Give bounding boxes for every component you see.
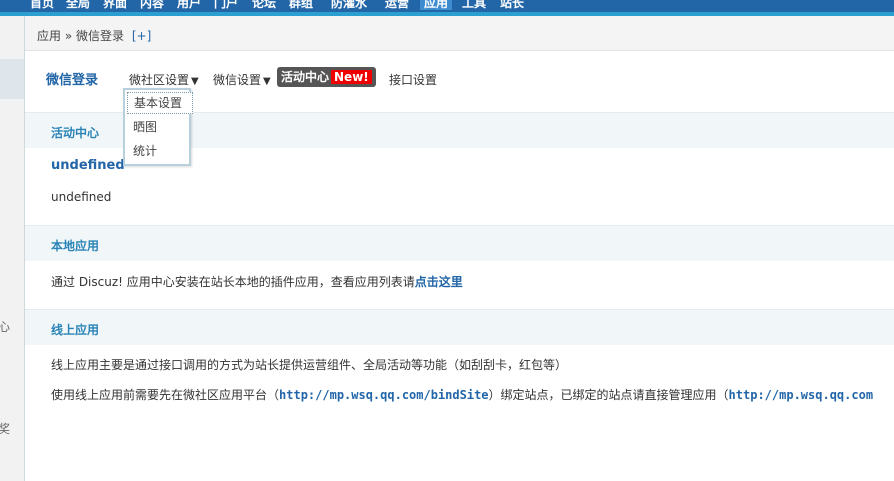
online-apps-line1: 线上应用主要是通过接口调用的方式为站长提供运营组件、全局活动等功能（如刮刮卡，红… [51, 358, 568, 372]
tab-api-settings[interactable]: 接口设置 [389, 71, 437, 88]
add-shortcut-button[interactable]: [+] [132, 29, 151, 43]
sidebar-item-label[interactable]: 心 [0, 318, 10, 335]
section-title: 本地应用 [51, 239, 100, 253]
top-nav-group[interactable]: 群组 [289, 0, 313, 10]
sidebar-item-active[interactable] [0, 59, 24, 99]
top-nav-home[interactable]: 首页 [30, 0, 54, 10]
bind-site-link[interactable]: http://mp.wsq.qq.com/bindSite [279, 388, 489, 402]
top-nav-forum[interactable]: 论坛 [252, 0, 276, 10]
top-nav-style[interactable]: 界面 [103, 0, 127, 10]
dropdown-item-photos[interactable]: 晒图 [127, 117, 191, 137]
new-badge: New! [331, 70, 372, 84]
tab-activity-center[interactable]: 活动中心 New! [277, 67, 376, 87]
top-nav-global[interactable]: 全局 [66, 0, 90, 10]
page-title: 微信登录 [46, 73, 99, 88]
top-nav-portal[interactable]: 门户 [214, 0, 238, 10]
tab-community-settings[interactable]: 微社区设置 ▼ [129, 71, 199, 88]
click-here-link[interactable]: 点击这里 [415, 275, 463, 289]
top-nav: 首页 全局 界面 内容 用户 门户 论坛 群组 防灌水 运营 应用 工具 站长 [0, 0, 894, 12]
online-apps-text: ）绑定站点，已绑定的站点请直接管理应用（ [488, 388, 729, 402]
dropdown-item-statistics[interactable]: 统计 [127, 141, 191, 161]
local-apps-text: 通过 Discuz! 应用中心安装在站长本地的插件应用，查看应用列表请 [51, 275, 415, 289]
caret-down-icon: ▼ [191, 76, 199, 87]
section-title: 线上应用 [51, 323, 100, 337]
local-apps-description: 通过 Discuz! 应用中心安装在站长本地的插件应用，查看应用列表请点击这里 [51, 273, 463, 290]
sidebar-item-label[interactable]: 奖 [0, 420, 10, 437]
section-header-local-apps: 本地应用 [25, 225, 894, 261]
breadcrumb-page: 微信登录 [76, 29, 125, 43]
online-apps-text: 使用线上应用前需要先在微社区应用平台（ [51, 388, 280, 402]
breadcrumb-bar: 应用 » 微信登录 [+] [25, 16, 894, 51]
top-nav-content[interactable]: 内容 [140, 0, 164, 10]
breadcrumb: 应用 » 微信登录 [+] [37, 27, 151, 44]
breadcrumb-section[interactable]: 应用 [37, 29, 61, 43]
section-title: 活动中心 [51, 126, 100, 140]
online-apps-line2: 使用线上应用前需要先在微社区应用平台（http://mp.wsq.qq.com/… [51, 386, 873, 403]
community-settings-dropdown: 基本设置 晒图 统计 [123, 88, 193, 166]
top-nav-tools[interactable]: 工具 [462, 0, 486, 10]
section-header-online-apps: 线上应用 [25, 309, 894, 345]
manage-apps-link[interactable]: http://mp.wsq.qq.com [729, 388, 874, 402]
top-nav-admin[interactable]: 站长 [500, 0, 524, 10]
top-nav-antispam[interactable]: 防灌水 [331, 0, 367, 10]
tab-wechat-settings[interactable]: 微信设置 ▼ [213, 71, 271, 88]
breadcrumb-separator: » [64, 29, 73, 43]
tab-label: 微社区设置 [129, 73, 190, 87]
caret-down-icon: ▼ [263, 76, 271, 87]
top-nav-user[interactable]: 用户 [177, 0, 201, 10]
top-nav-apps[interactable]: 应用 [420, 0, 453, 10]
top-nav-operation[interactable]: 运营 [385, 0, 409, 10]
tab-label: 活动中心 [281, 70, 330, 84]
activity-title: undefined [51, 158, 125, 173]
activity-text: undefined [51, 190, 112, 204]
dropdown-item-basic-settings[interactable]: 基本设置 [127, 92, 193, 114]
tab-label: 微信设置 [213, 73, 262, 87]
left-sidebar: 心 奖 [0, 16, 25, 481]
